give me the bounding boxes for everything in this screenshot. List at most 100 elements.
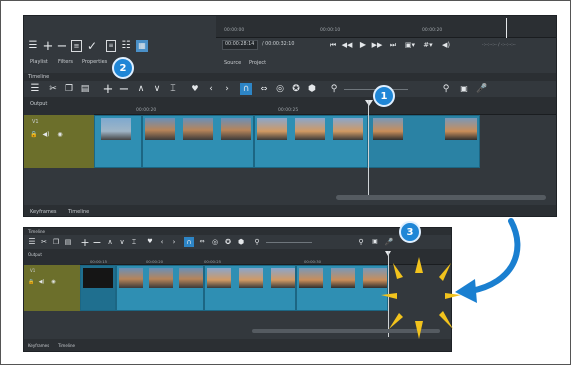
ripple-icon[interactable]: ◎ bbox=[274, 83, 286, 95]
callout-marker-3: 3 bbox=[399, 221, 421, 243]
overwrite-icon[interactable]: ∨ bbox=[152, 83, 162, 95]
bottom-time-mark-25: 00:00:25 bbox=[204, 259, 222, 264]
tab-keyframes[interactable]: Keyframes bbox=[30, 209, 57, 215]
v1-track-header[interactable]: V1 🔒 ◀) ◉ bbox=[24, 115, 94, 168]
tab-filters[interactable]: Filters bbox=[58, 59, 73, 65]
bottom-ripple-all-icon[interactable]: ✪ bbox=[223, 237, 233, 247]
cut-icon[interactable]: ✂ bbox=[48, 83, 58, 95]
clip-4-thumb-a bbox=[373, 118, 403, 140]
volume-icon[interactable]: ◀) bbox=[440, 40, 452, 50]
lock-icon[interactable]: 🔒 bbox=[30, 131, 38, 139]
bottom-clip-black[interactable] bbox=[80, 265, 116, 311]
zoom-out-icon[interactable]: ⚲ bbox=[328, 83, 340, 95]
bottom-zoom-fit-icon[interactable]: ▣ bbox=[370, 237, 380, 247]
clip-3[interactable] bbox=[254, 115, 368, 168]
rewind-icon[interactable]: ◀◀ bbox=[342, 40, 353, 50]
curved-arrow-path bbox=[468, 218, 521, 294]
tab-timeline[interactable]: Timeline bbox=[68, 209, 89, 215]
bottom-menu-icon[interactable]: ☰ bbox=[28, 237, 36, 247]
next-marker-icon[interactable]: › bbox=[222, 83, 232, 95]
append-icon[interactable]: + bbox=[102, 82, 114, 96]
bottom-lock-icon[interactable]: 🔒 bbox=[28, 279, 35, 286]
spark-top-left bbox=[393, 263, 403, 279]
eye-icon[interactable]: ◉ bbox=[56, 131, 64, 139]
bottom-snap-icon[interactable]: ∩ bbox=[184, 237, 194, 247]
clip-4[interactable] bbox=[368, 115, 480, 168]
check-icon[interactable]: ✓ bbox=[86, 39, 98, 53]
bottom-prev-icon[interactable]: ‹ bbox=[158, 237, 166, 247]
bottom-eye-icon[interactable]: ◉ bbox=[50, 279, 57, 286]
tab-playlist[interactable]: Playlist bbox=[30, 59, 48, 65]
bottom-mute-icon[interactable]: ◀) bbox=[38, 279, 45, 286]
bottom-next-icon[interactable]: › bbox=[170, 237, 178, 247]
paste-icon[interactable]: ▤ bbox=[80, 83, 90, 95]
timeline-ruler bbox=[94, 97, 556, 115]
grid-view-icon[interactable]: ▦ bbox=[136, 40, 148, 52]
bottom-record-icon[interactable]: 🎤 bbox=[384, 236, 394, 248]
bottom-paste-icon[interactable]: ▤ bbox=[64, 237, 72, 247]
timeline-playhead[interactable] bbox=[368, 100, 369, 200]
zoom-in-icon[interactable]: ⚲ bbox=[440, 83, 452, 95]
bottom-zoom-slider[interactable] bbox=[266, 242, 312, 243]
prev-marker-icon[interactable]: ‹ bbox=[206, 83, 216, 95]
curved-arrow bbox=[455, 218, 521, 303]
tab-source[interactable]: Source bbox=[224, 60, 241, 66]
menu-icon[interactable]: ☰ bbox=[28, 39, 38, 53]
bottom-cut-icon[interactable]: ✂ bbox=[40, 237, 48, 247]
bottom-marker-icon[interactable]: ♥ bbox=[146, 237, 154, 247]
clip-2[interactable] bbox=[142, 115, 254, 168]
zoom-fit-icon[interactable]: ▣▾ bbox=[404, 40, 416, 50]
bottom-split-icon[interactable]: ⌶ bbox=[130, 237, 138, 247]
clip-2-thumb-a bbox=[145, 118, 175, 140]
tab-properties[interactable]: Properties bbox=[82, 59, 107, 65]
add-icon[interactable]: + bbox=[42, 39, 54, 53]
list-view-icon[interactable]: ☷ bbox=[120, 39, 132, 53]
bottom-copy-icon[interactable]: ❐ bbox=[52, 237, 60, 247]
bottom-zoom-out-icon[interactable]: ⚲ bbox=[252, 237, 262, 247]
clip-1[interactable] bbox=[94, 115, 142, 168]
timeline-playhead-handle[interactable] bbox=[365, 100, 373, 106]
remove-cut-icon[interactable]: − bbox=[118, 82, 130, 96]
skip-start-icon[interactable]: ⏮ bbox=[328, 40, 338, 50]
grid-toggle-icon[interactable]: #▾ bbox=[422, 40, 434, 50]
ripple-markers-icon[interactable]: ⬢ bbox=[306, 83, 318, 95]
bottom-clip-3[interactable] bbox=[296, 265, 388, 311]
bottom-tab-timeline[interactable]: Timeline bbox=[58, 343, 75, 348]
split-icon[interactable]: ⌶ bbox=[168, 83, 178, 95]
bottom-v1-track-header[interactable]: V1 🔒 ◀) ◉ bbox=[24, 265, 80, 311]
bottom-remove-icon[interactable]: − bbox=[92, 236, 102, 248]
mute-icon[interactable]: ◀) bbox=[42, 131, 50, 139]
fast-forward-icon[interactable]: ▶▶ bbox=[372, 40, 383, 50]
zoom-fit-timeline-icon[interactable]: ▣ bbox=[458, 83, 470, 95]
bottom-clip-2[interactable] bbox=[204, 265, 296, 311]
marker-icon[interactable]: ♥ bbox=[190, 83, 200, 95]
skip-end-icon[interactable]: ⏭ bbox=[388, 40, 398, 50]
timeline-menu-icon[interactable]: ☰ bbox=[30, 83, 40, 95]
details-view-icon[interactable]: ≡ bbox=[106, 40, 116, 52]
clip-3-thumb-a bbox=[257, 118, 287, 140]
tab-project[interactable]: Project bbox=[249, 60, 266, 66]
top-editor-panel: 00:00:00 00:00:10 00:00:20 ☰ + − ≡ ✓ ≡ ☷… bbox=[23, 15, 557, 217]
snap-icon[interactable]: ∩ bbox=[240, 83, 252, 95]
bottom-ripple-icon[interactable]: ◎ bbox=[210, 237, 220, 247]
bottom-zoom-in-icon[interactable]: ⚲ bbox=[356, 237, 366, 247]
ripple-all-icon[interactable]: ✪ bbox=[290, 83, 302, 95]
bottom-scrub-icon[interactable]: ⇔ bbox=[197, 237, 207, 247]
remove-icon[interactable]: − bbox=[56, 39, 68, 53]
bottom-ripple-markers-icon[interactable]: ⬢ bbox=[236, 237, 246, 247]
copy-icon[interactable]: ❐ bbox=[64, 83, 74, 95]
scrub-icon[interactable]: ⇔ bbox=[258, 83, 270, 95]
bottom-lift-icon[interactable]: ∧ bbox=[106, 237, 114, 247]
bottom-tab-keyframes[interactable]: Keyframes bbox=[28, 343, 49, 348]
timeline-scrollbar[interactable] bbox=[336, 195, 546, 200]
bottom-append-icon[interactable]: + bbox=[80, 236, 90, 248]
bottom-overwrite-icon[interactable]: ∨ bbox=[118, 237, 126, 247]
timecode-value: 00:00:28:14 bbox=[225, 42, 255, 47]
spark-bottom bbox=[415, 321, 423, 339]
bottom-clip-1[interactable] bbox=[116, 265, 204, 311]
timecode-field[interactable]: 00:00:28:14 bbox=[222, 40, 258, 50]
record-audio-icon[interactable]: 🎤 bbox=[476, 82, 488, 96]
play-icon[interactable]: ▶ bbox=[358, 40, 368, 50]
update-icon[interactable]: ≡ bbox=[71, 40, 82, 52]
lift-icon[interactable]: ∧ bbox=[136, 83, 146, 95]
